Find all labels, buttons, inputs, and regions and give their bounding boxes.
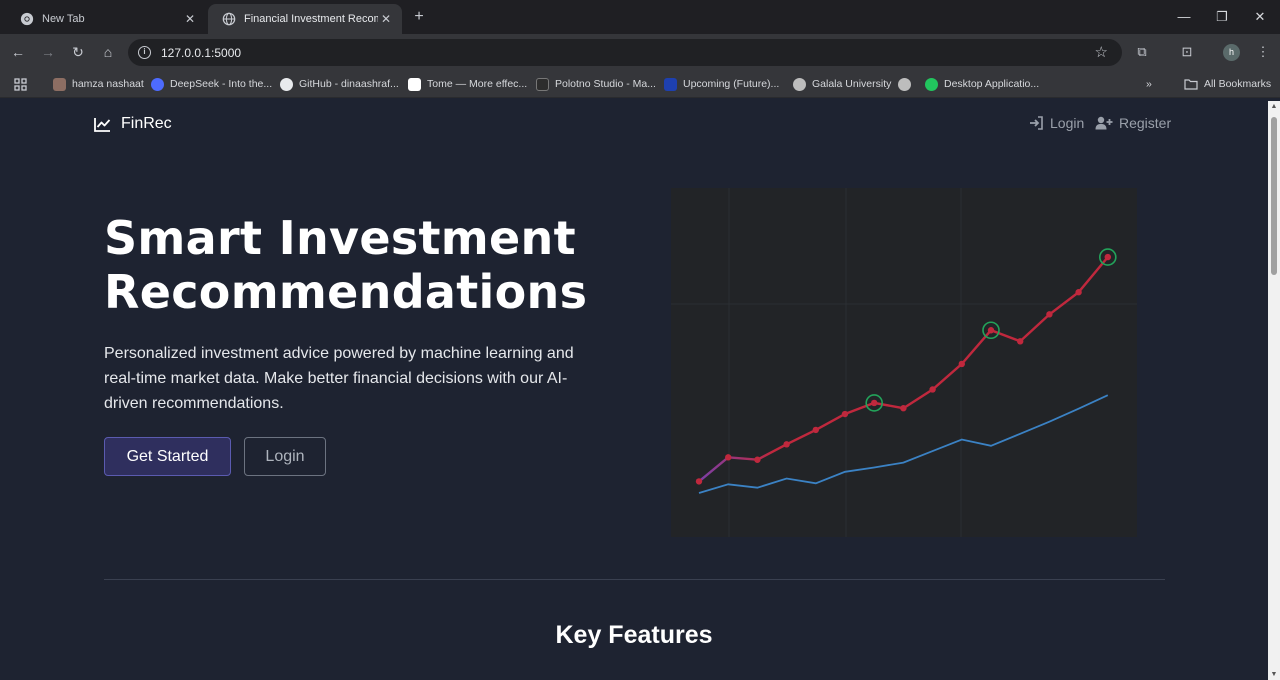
nav-register-label: Register [1119, 115, 1172, 131]
tab-close-icon[interactable]: ✕ [182, 12, 198, 26]
tab-title: Financial Investment Recommen [244, 13, 378, 25]
tome-icon [408, 77, 421, 91]
minimize-icon[interactable]: — [1166, 6, 1202, 28]
portfolio-point [812, 426, 819, 434]
app-icon [925, 77, 938, 91]
scroll-up-icon[interactable]: ▲ [1270, 103, 1278, 110]
folder-icon [1184, 79, 1198, 90]
forward-icon[interactable]: → [38, 42, 58, 62]
bookmark-star-icon[interactable]: ☆ [1095, 43, 1108, 61]
portfolio-point [958, 360, 965, 368]
globe-icon [793, 77, 806, 91]
nav-register-link[interactable]: Register [1095, 115, 1171, 131]
bookmark-item[interactable]: Desktop Applicatio... [925, 76, 1039, 92]
apps-grid-icon[interactable] [14, 76, 27, 92]
github-icon [280, 77, 293, 91]
address-bar[interactable]: i 127.0.0.1:5000 ☆ [128, 39, 1122, 66]
hero-title: Smart Investment Recommendations [104, 211, 588, 319]
page-scrollbar[interactable]: ▲ ▼ [1268, 101, 1280, 680]
bookmark-item[interactable]: DeepSeek - Into the... [151, 76, 272, 92]
hero-login-button[interactable]: Login [244, 437, 326, 476]
menu-kebab-icon[interactable]: ⋮ [1254, 43, 1272, 61]
browser-toolbar: ← → ↻ ⌂ i 127.0.0.1:5000 ☆ ⧉ ⊡ h ⋮ [0, 34, 1280, 70]
chart-line-icon [94, 117, 111, 132]
nav-login-label: Login [1050, 115, 1085, 131]
home-icon[interactable]: ⌂ [98, 42, 118, 62]
portfolio-point [783, 441, 790, 448]
bookmark-label: Polotno Studio - Ma... [555, 78, 656, 90]
polotno-icon [536, 77, 549, 91]
nav-login-link[interactable]: Login [1029, 115, 1084, 131]
portfolio-point [695, 478, 703, 485]
tab-search-icon[interactable]: ⊡ [1178, 43, 1196, 61]
bookmark-label: DeepSeek - Into the... [170, 78, 273, 90]
portfolio-point [841, 410, 849, 418]
new-tab-button[interactable]: + [410, 8, 428, 26]
tab-strip: New Tab ✕ Financial Investment Recommen … [0, 0, 1280, 34]
bookmarks-bar: hamza nashaat DeepSeek - Into the... Git… [0, 70, 1280, 98]
deepseek-icon [151, 77, 164, 91]
brand-logo[interactable]: FinRec [94, 115, 172, 133]
restore-icon[interactable]: ❐ [1204, 6, 1240, 28]
portfolio-point [929, 386, 936, 393]
bookmark-item[interactable] [898, 76, 917, 92]
section-divider [104, 579, 1165, 580]
hero-chart [671, 188, 1137, 537]
bookmark-item[interactable]: GitHub - dinaashraf... [280, 76, 399, 92]
sign-in-icon [1030, 116, 1043, 130]
tab-new-tab[interactable]: New Tab ✕ [6, 4, 206, 34]
page-content: FinRec Login Register Smart Investment R… [0, 101, 1268, 680]
reload-icon[interactable]: ↻ [68, 42, 88, 62]
extensions-icon[interactable]: ⧉ [1133, 43, 1151, 61]
close-window-icon[interactable]: ✕ [1242, 6, 1278, 28]
portfolio-point [987, 327, 995, 334]
bookmark-item[interactable]: Upcoming (Future)... [664, 76, 779, 92]
globe-icon [898, 77, 911, 91]
profile-avatar[interactable]: h [1223, 44, 1240, 61]
bookmark-item[interactable]: Polotno Studio - Ma... [536, 76, 656, 92]
scrollbar-thumb[interactable] [1271, 117, 1277, 275]
bookmark-label: hamza nashaat [72, 78, 144, 90]
more-bookmarks-icon[interactable]: » [1146, 76, 1152, 92]
back-icon[interactable]: ← [8, 42, 28, 62]
portfolio-point [754, 456, 761, 463]
all-bookmarks[interactable]: All Bookmarks [1184, 76, 1271, 92]
image-icon [53, 77, 66, 91]
portfolio-point [871, 399, 878, 407]
hero-description: Personalized investment advice powered b… [104, 345, 574, 412]
chrome-icon [20, 12, 34, 26]
brand-name: FinRec [121, 115, 172, 132]
globe-icon [222, 12, 236, 26]
portfolio-point [1104, 253, 1111, 261]
site-info-icon[interactable]: i [138, 46, 151, 59]
as-icon [664, 77, 677, 91]
bookmark-label: GitHub - dinaashraf... [299, 78, 399, 90]
portfolio-point [1046, 311, 1053, 318]
bookmark-label: Desktop Applicatio... [944, 78, 1040, 90]
portfolio-point [1075, 289, 1082, 296]
scroll-down-icon[interactable]: ▼ [1270, 671, 1278, 678]
portfolio-point [725, 454, 732, 461]
bookmark-item[interactable]: Tome — More effec... [408, 76, 527, 92]
features-title: Key Features [555, 621, 713, 649]
tab-title: New Tab [42, 13, 85, 25]
bookmark-label: Tome — More effec... [427, 78, 528, 90]
all-bookmarks-label: All Bookmarks [1204, 78, 1272, 90]
tab-close-icon[interactable]: ✕ [378, 12, 394, 26]
bookmark-label: Upcoming (Future)... [683, 78, 780, 90]
portfolio-point [900, 405, 907, 412]
tab-financial[interactable]: Financial Investment Recommen ✕ [208, 4, 402, 34]
bookmark-label: Galala University [812, 78, 892, 90]
get-started-button[interactable]: Get Started [104, 437, 231, 476]
url-text: 127.0.0.1:5000 [161, 46, 242, 60]
portfolio-point [1017, 338, 1024, 345]
bookmark-item[interactable]: hamza nashaat [53, 76, 144, 92]
user-plus-icon [1095, 116, 1113, 130]
chart-background [671, 188, 1137, 537]
bookmark-item[interactable]: Galala University [793, 76, 891, 92]
